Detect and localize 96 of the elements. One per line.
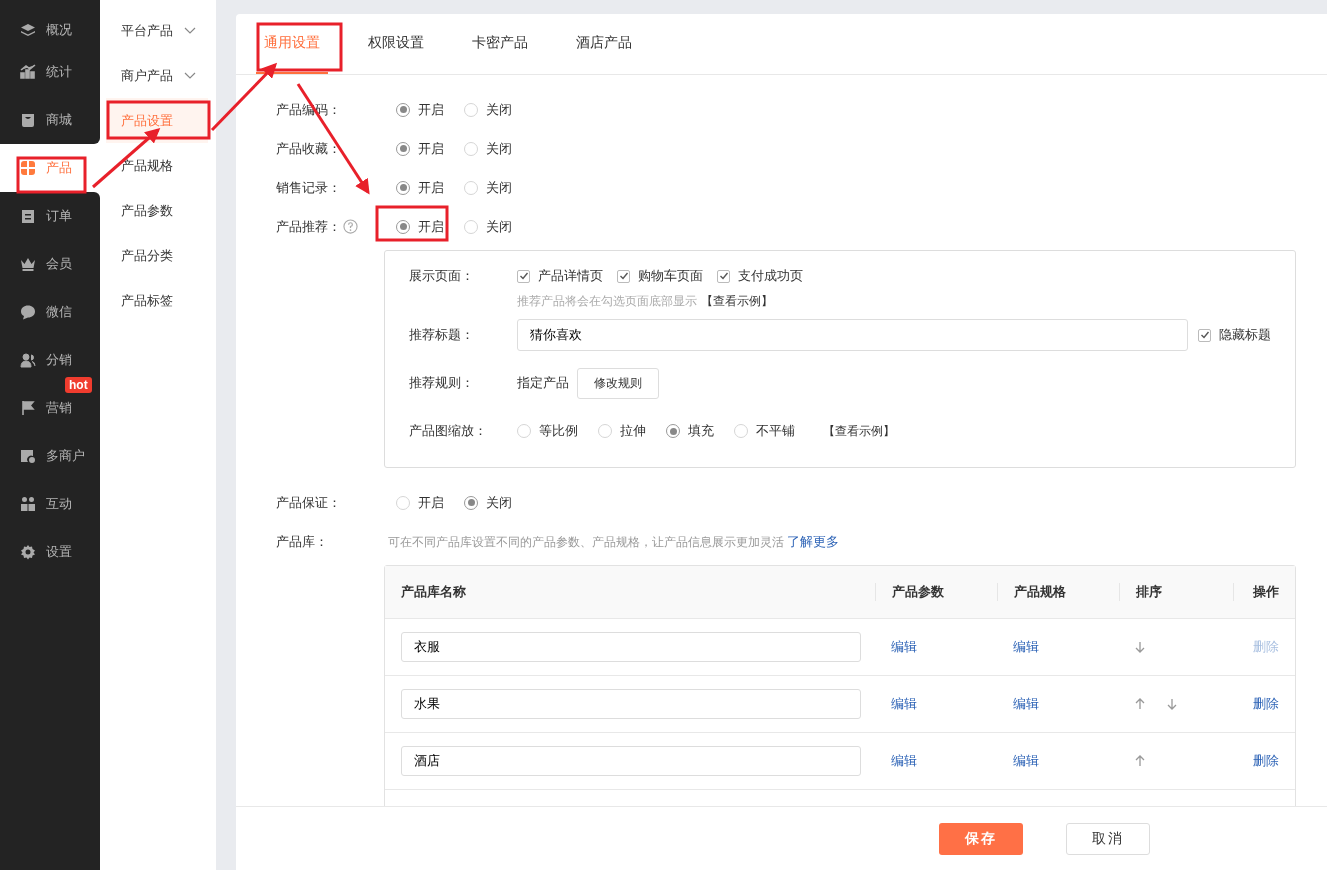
field-label: 产品保证： (276, 493, 341, 512)
checkbox-label: 购物车页面 (638, 267, 703, 285)
view-example-link[interactable]: 【查看示例】 (823, 422, 895, 440)
checkbox[interactable] (617, 269, 630, 283)
radio-label: 开启 (418, 178, 444, 197)
column-header: 排序 (1119, 583, 1233, 601)
arrow-down-icon[interactable] (1167, 698, 1177, 710)
tab[interactable]: 卡密产品 (464, 14, 536, 74)
radio-label: 关闭 (486, 100, 512, 119)
submenu-item[interactable]: 产品规格 (100, 143, 216, 188)
radio-label: 关闭 (486, 493, 512, 512)
field-label: 产品推荐： (276, 217, 341, 236)
annotation-arrow (210, 62, 278, 132)
hint-text: 推荐产品将会在勾选页面底部显示 (517, 293, 697, 310)
highlight-frame (16, 156, 87, 194)
edit-specs-link[interactable]: 编辑 (1013, 753, 1039, 768)
title-input[interactable]: 猜你喜欢 (517, 319, 1188, 351)
sidebar-item[interactable]: 订单 (0, 192, 100, 240)
radio-label: 开启 (418, 100, 444, 119)
grid-icon (20, 160, 36, 176)
sidebar-item[interactable]: 商城 (0, 96, 100, 144)
checkbox[interactable] (717, 269, 730, 283)
checkbox-label: 隐藏标题 (1219, 326, 1271, 344)
checkbox-label: 产品详情页 (538, 267, 603, 285)
column-header: 操作 (1233, 583, 1295, 601)
checkbox[interactable] (517, 269, 530, 283)
delete-link[interactable]: 删除 (1253, 696, 1279, 711)
library-description: 可在不同产品库设置不同的产品参数、产品规格，让产品信息展示更加灵活 了解更多 (388, 532, 840, 551)
store-icon (20, 448, 36, 464)
clipboard-icon (20, 208, 36, 224)
field-label: 推荐规则： (409, 374, 475, 392)
field-label: 推荐标题： (409, 326, 475, 344)
arrow-up-icon[interactable] (1135, 755, 1145, 767)
chevron-down-icon (184, 26, 196, 35)
submenu-item[interactable]: 产品分类 (100, 233, 216, 278)
field-label: 销售记录： (276, 178, 341, 197)
sidebar-item[interactable]: 多商户 (0, 432, 100, 480)
cancel-button[interactable]: 取消 (1066, 822, 1150, 855)
library-name-input[interactable]: 水果 (401, 689, 861, 719)
delete-link[interactable]: 删除 (1253, 753, 1279, 768)
flag-icon (20, 400, 36, 416)
hot-badge: hot (65, 377, 92, 393)
people-icon (20, 496, 36, 512)
radio-label: 开启 (418, 217, 444, 236)
field-label: 产品图缩放： (409, 422, 488, 440)
radio-label: 关闭 (486, 217, 512, 236)
chevron-down-icon (184, 71, 196, 80)
library-name-input[interactable]: 衣服 (401, 632, 861, 662)
radio-label: 关闭 (486, 139, 512, 158)
edit-specs-link[interactable]: 编辑 (1013, 696, 1039, 711)
radio-label: 拉伸 (620, 422, 646, 440)
chat-bubble-icon (20, 304, 36, 320)
learn-more-link[interactable]: 了解更多 (787, 533, 840, 549)
annotation-arrow (92, 128, 161, 189)
radio-label: 不平铺 (756, 422, 795, 440)
sidebar-item[interactable]: 会员 (0, 240, 100, 288)
edit-params-link[interactable]: 编辑 (891, 696, 917, 711)
crown-icon (20, 256, 36, 272)
column-header: 产品库名称 (400, 583, 467, 601)
radio-label: 等比例 (539, 422, 578, 440)
layers-icon (20, 22, 36, 38)
sidebar-item[interactable]: 互动 (0, 480, 100, 528)
edit-params-link[interactable]: 编辑 (891, 753, 917, 768)
submenu-item[interactable]: 产品参数 (100, 188, 216, 233)
tab[interactable]: 酒店产品 (568, 14, 640, 74)
radio-label: 开启 (418, 139, 444, 158)
field-label: 产品库： (276, 532, 328, 551)
arrow-down-icon[interactable] (1135, 641, 1145, 653)
view-example-link[interactable]: 【查看示例】 (701, 293, 773, 310)
edit-specs-link[interactable]: 编辑 (1013, 639, 1039, 654)
submenu-item[interactable]: 平台产品 (100, 8, 216, 53)
checkbox-label: 支付成功页 (738, 267, 803, 285)
library-name-input[interactable]: 酒店 (401, 746, 861, 776)
column-header: 产品规格 (997, 583, 1119, 601)
arrow-up-icon[interactable] (1135, 698, 1145, 710)
chart-icon (20, 64, 36, 80)
field-label: 展示页面： (409, 267, 475, 285)
tab[interactable]: 权限设置 (360, 14, 432, 74)
sidebar-item[interactable]: 微信 (0, 288, 100, 336)
bag-icon (20, 112, 36, 128)
submenu-item[interactable]: 产品标签 (100, 278, 216, 323)
checkbox[interactable] (1198, 328, 1211, 342)
help-icon[interactable] (343, 219, 358, 234)
sidebar-item[interactable]: 统计 (0, 48, 100, 96)
rule-value: 指定产品 (517, 374, 569, 392)
edit-params-link[interactable]: 编辑 (891, 639, 917, 654)
radio-label: 填充 (688, 422, 714, 440)
radio-label: 关闭 (486, 178, 512, 197)
column-header: 产品参数 (875, 583, 997, 601)
users-icon (20, 352, 36, 368)
sidebar-item[interactable]: 设置 (0, 528, 100, 576)
edit-rule-button[interactable]: 修改规则 (577, 367, 659, 399)
submenu-item[interactable]: 商户产品 (100, 53, 216, 98)
radio-label: 开启 (418, 493, 444, 512)
gear-icon (20, 544, 36, 560)
field-label: 产品收藏： (276, 139, 341, 158)
